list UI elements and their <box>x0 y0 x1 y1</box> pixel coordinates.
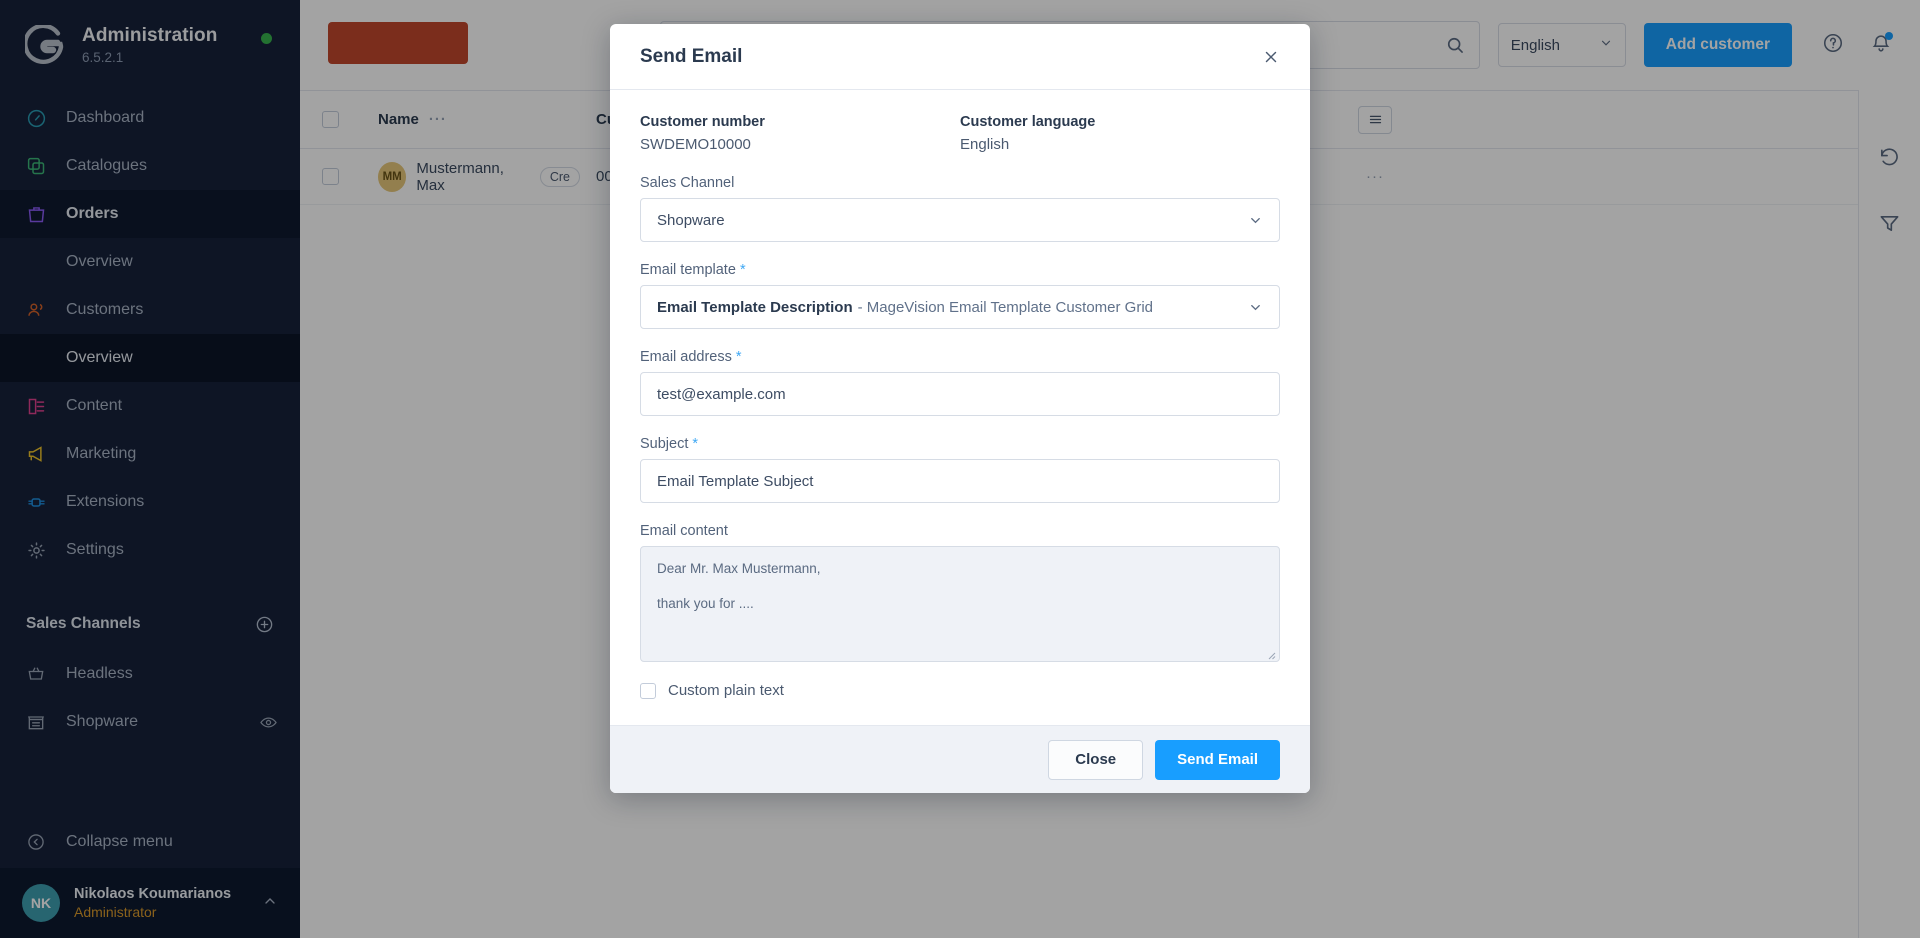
email-content-textarea[interactable]: Dear Mr. Max Mustermann, thank you for .… <box>640 546 1280 662</box>
subject-field: Subject * Email Template Subject <box>640 436 1280 503</box>
custom-plain-text-checkbox[interactable] <box>640 683 656 699</box>
customer-number-value: SWDEMO10000 <box>640 136 960 153</box>
required-marker: * <box>740 262 746 278</box>
email-content-line-1: Dear Mr. Max Mustermann, <box>657 561 1263 576</box>
subject-value: Email Template Subject <box>657 473 813 490</box>
chevron-down-icon <box>1248 300 1263 315</box>
email-template-label: Email template * <box>640 262 1280 278</box>
required-marker: * <box>736 349 742 365</box>
send-email-modal: Send Email Customer number SWDEMO10000 C… <box>610 24 1310 793</box>
sales-channel-select[interactable]: Shopware <box>640 198 1280 242</box>
modal-body: Customer number SWDEMO10000 Customer lan… <box>610 90 1310 725</box>
customer-language-label: Customer language <box>960 114 1280 130</box>
subject-input[interactable]: Email Template Subject <box>640 459 1280 503</box>
custom-plain-text-label: Custom plain text <box>668 682 784 699</box>
resize-handle-icon[interactable] <box>1266 648 1276 658</box>
sales-channel-label: Sales Channel <box>640 175 1280 191</box>
subject-label: Subject * <box>640 436 1280 452</box>
email-address-input[interactable]: test@example.com <box>640 372 1280 416</box>
email-content-label: Email content <box>640 523 1280 539</box>
email-content-field: Email content Dear Mr. Max Mustermann, t… <box>640 523 1280 662</box>
email-template-select[interactable]: Email Template Description - MageVision … <box>640 285 1280 329</box>
email-address-label: Email address * <box>640 349 1280 365</box>
modal-footer: Close Send Email <box>610 725 1310 793</box>
customer-language-group: Customer language English <box>960 114 1280 153</box>
email-template-field: Email template * Email Template Descript… <box>640 262 1280 329</box>
chevron-down-icon <box>1248 213 1263 228</box>
send-email-button[interactable]: Send Email <box>1155 740 1280 780</box>
modal-header: Send Email <box>610 24 1310 90</box>
customer-number-group: Customer number SWDEMO10000 <box>640 114 960 153</box>
close-button[interactable]: Close <box>1048 740 1143 780</box>
label-text: Subject <box>640 436 688 452</box>
email-address-field: Email address * test@example.com <box>640 349 1280 416</box>
required-marker: * <box>692 436 698 452</box>
sales-channel-value: Shopware <box>657 212 725 229</box>
customer-info-row: Customer number SWDEMO10000 Customer lan… <box>640 114 1280 153</box>
email-template-value-rest: - MageVision Email Template Customer Gri… <box>858 299 1153 316</box>
modal-title: Send Email <box>640 46 1262 68</box>
email-content-line-2: thank you for .... <box>657 596 1263 611</box>
customer-language-value: English <box>960 136 1280 153</box>
email-address-value: test@example.com <box>657 386 786 403</box>
custom-plain-text-row[interactable]: Custom plain text <box>640 682 1280 699</box>
sales-channel-field: Sales Channel Shopware <box>640 175 1280 242</box>
label-text: Email address <box>640 349 732 365</box>
email-template-value-strong: Email Template Description <box>657 299 853 316</box>
label-text: Email template <box>640 262 736 278</box>
app-root: Administration 6.5.2.1 Dashboard Catalog… <box>0 0 1920 938</box>
customer-number-label: Customer number <box>640 114 960 130</box>
close-icon[interactable] <box>1262 48 1280 66</box>
